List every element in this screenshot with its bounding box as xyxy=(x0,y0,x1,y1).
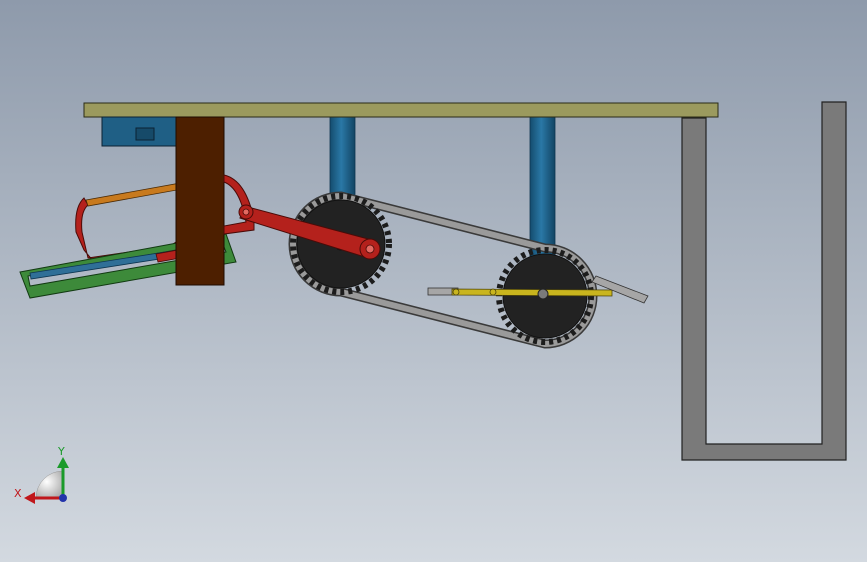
u-frame[interactable] xyxy=(681,101,847,461)
triad-x-label: X xyxy=(14,487,22,500)
support-column[interactable] xyxy=(529,115,556,257)
triad-z-axis xyxy=(59,494,67,502)
triad-x-arrow xyxy=(24,492,35,504)
assembly-view[interactable]: Y X xyxy=(0,0,867,562)
control-box[interactable] xyxy=(101,116,183,147)
saw-blade-arm[interactable] xyxy=(85,181,189,207)
crank-bracket[interactable] xyxy=(223,174,255,235)
table-top-plate[interactable] xyxy=(83,102,719,118)
triad-sphere xyxy=(35,470,64,499)
wooden-post[interactable] xyxy=(175,116,225,286)
triad-y-label: Y xyxy=(57,445,65,458)
coordinate-triad: Y X xyxy=(14,445,69,504)
triad-y-arrow xyxy=(57,457,69,468)
cad-viewport[interactable]: Y X xyxy=(0,0,867,562)
